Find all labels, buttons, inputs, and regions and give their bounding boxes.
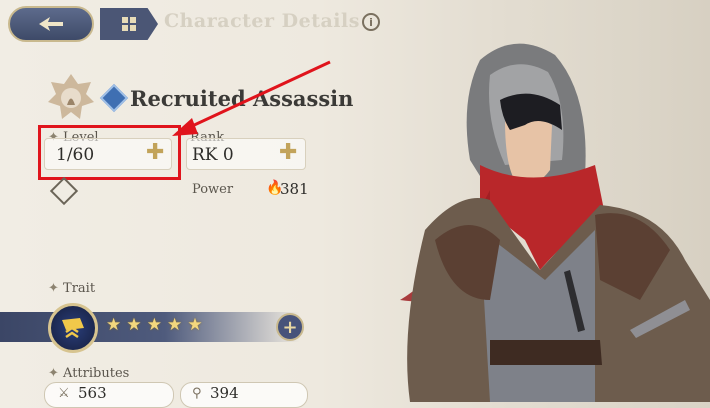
power-label: Power (192, 182, 234, 197)
menu-tab-button[interactable] (100, 8, 158, 40)
info-icon[interactable]: i (362, 13, 380, 31)
trait-label: ✦ Trait (48, 281, 96, 296)
star-icon: ★ (126, 315, 142, 335)
trait-label-text: Trait (63, 281, 96, 296)
power-emblem-icon[interactable] (49, 176, 79, 206)
character-emblem-icon (48, 74, 94, 119)
attributes-label: ✦ Attributes (48, 366, 130, 381)
trait-stars: ★ ★ ★ ★ ★ (106, 315, 203, 335)
attack-value: 563 (78, 384, 107, 402)
trait-add-button[interactable]: + (276, 313, 304, 341)
defense-icon: ⚲ (192, 386, 202, 401)
star-icon: ★ (167, 315, 183, 335)
rank-up-button[interactable]: ✚ (279, 140, 297, 165)
grid-icon (122, 17, 136, 31)
character-name: Recruited Assassin (130, 86, 354, 111)
sword-icon: ⚔ (58, 386, 70, 401)
page-title: Character Details (164, 10, 360, 32)
star-icon: ★ (187, 315, 203, 335)
trait-icon-button[interactable] (48, 303, 98, 353)
highlight-box (38, 125, 181, 180)
crossed-daggers-icon (99, 83, 129, 113)
star-icon: ★ (146, 315, 162, 335)
attributes-label-text: Attributes (63, 366, 130, 381)
character-portrait (340, 0, 710, 402)
star-icon: ★ (106, 315, 122, 335)
defense-value: 394 (210, 384, 239, 402)
back-wing-icon (39, 17, 63, 31)
power-value: 381 (280, 180, 309, 198)
back-button[interactable] (8, 6, 94, 42)
rank-value: RK 0 (192, 145, 234, 165)
trait-skill-icon (62, 318, 84, 339)
